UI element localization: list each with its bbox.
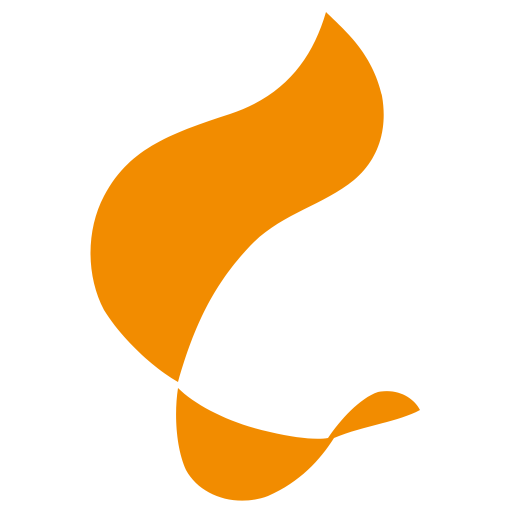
flame-logo-icon [90, 12, 420, 501]
flame-lower-swoosh-icon [176, 388, 420, 501]
flame-shape-group [90, 12, 420, 501]
flame-upper-stroke-icon [90, 12, 384, 382]
logo-canvas [0, 0, 512, 512]
